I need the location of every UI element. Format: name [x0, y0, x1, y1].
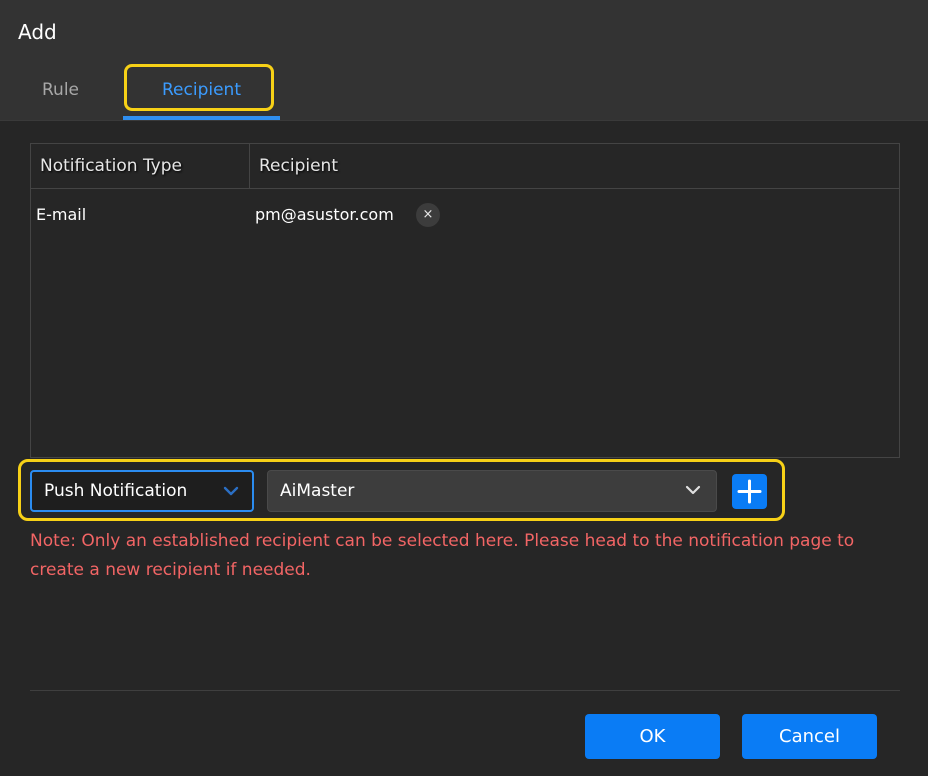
- column-header-recipient[interactable]: Recipient: [259, 156, 338, 176]
- notification-type-select[interactable]: Push Notification: [30, 470, 254, 512]
- notification-type-value: Push Notification: [44, 481, 188, 501]
- recipient-value: AiMaster: [280, 481, 355, 501]
- dialog-title: Add: [18, 20, 57, 44]
- tab-rule[interactable]: Rule: [42, 80, 79, 100]
- recipient-select[interactable]: AiMaster: [267, 470, 717, 512]
- tab-recipient[interactable]: Recipient: [162, 80, 241, 100]
- chevron-down-icon: [685, 485, 701, 495]
- dialog-header: Add Rule Recipient: [0, 0, 928, 121]
- table-header: Notification Type Recipient: [31, 144, 899, 189]
- recipient-table: Notification Type Recipient E-mail pm@as…: [30, 143, 900, 458]
- recipient-note: Note: Only an established recipient can …: [30, 531, 855, 580]
- active-tab-indicator: [123, 116, 280, 120]
- cancel-button[interactable]: Cancel: [742, 714, 877, 759]
- row-notification-type: E-mail: [36, 205, 87, 224]
- remove-recipient-button[interactable]: ×: [416, 203, 440, 227]
- row-recipient: pm@asustor.com: [255, 205, 394, 224]
- column-header-notification-type[interactable]: Notification Type: [40, 156, 182, 176]
- add-dialog: Add Rule Recipient Notification Type Rec…: [0, 0, 928, 776]
- column-divider[interactable]: [249, 144, 250, 188]
- chevron-down-icon: [223, 486, 239, 496]
- ok-button[interactable]: OK: [585, 714, 720, 759]
- add-recipient-button[interactable]: [732, 474, 767, 509]
- footer-divider: [30, 690, 900, 691]
- plus-icon: [737, 479, 762, 504]
